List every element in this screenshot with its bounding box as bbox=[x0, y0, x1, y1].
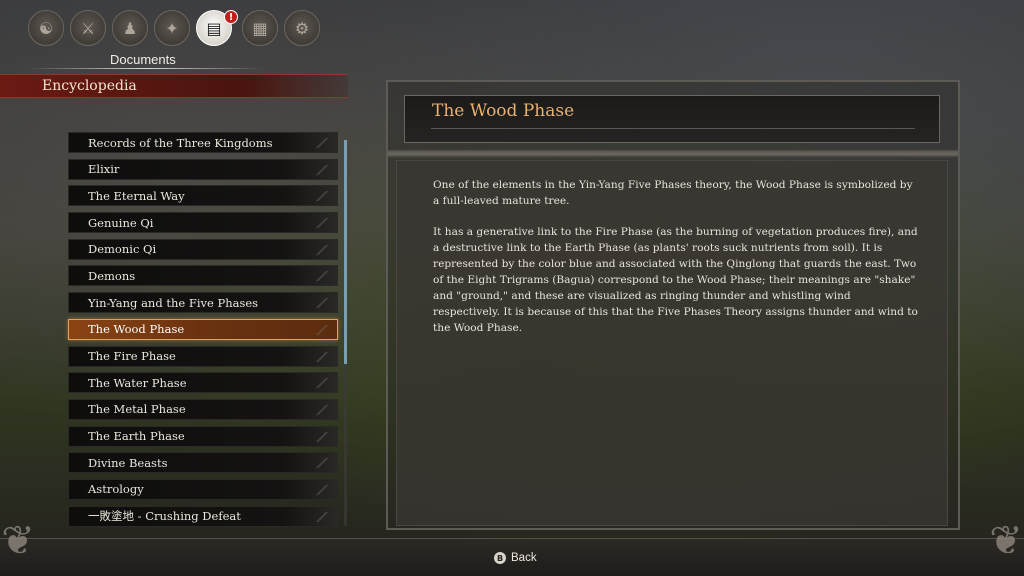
notification-badge: ! bbox=[224, 10, 238, 24]
category-bar: ☯ ⚔ ♟ ✦ ▤ ! ▦ ⚙ Documents bbox=[28, 10, 328, 69]
back-button[interactable]: B Back bbox=[494, 550, 537, 566]
list-item[interactable]: The Metal Phase bbox=[68, 398, 338, 420]
title-divider bbox=[431, 128, 915, 129]
meditation-icon[interactable]: ♟ bbox=[112, 10, 148, 46]
list-item-label: The Eternal Way bbox=[88, 188, 185, 203]
list-item[interactable]: The Earth Phase bbox=[68, 425, 338, 447]
list-item-label: Records of the Three Kingdoms bbox=[88, 135, 273, 150]
list-item[interactable]: Demonic Qi bbox=[68, 238, 338, 260]
list-item-label: Astrology bbox=[88, 482, 144, 497]
entry-paragraph-1: One of the elements in the Yin-Yang Five… bbox=[433, 179, 913, 207]
skills-icon[interactable]: ✦ bbox=[154, 10, 190, 46]
encyclopedia-header: Encyclopedia bbox=[0, 74, 348, 98]
list-item-label: Yin-Yang and the Five Phases bbox=[88, 295, 259, 310]
documents-icon-glyph: ▤ bbox=[206, 18, 222, 38]
list-item[interactable]: Demons bbox=[68, 265, 338, 287]
list-item-label: The Wood Phase bbox=[88, 322, 185, 337]
list-item-label: The Water Phase bbox=[88, 375, 187, 390]
entry-title-box: The Wood Phase bbox=[404, 95, 940, 143]
list-item[interactable]: The Water Phase bbox=[68, 372, 338, 394]
entry-body[interactable]: One of the elements in the Yin-Yang Five… bbox=[396, 160, 948, 526]
list-item[interactable]: Genuine Qi bbox=[68, 212, 338, 234]
list-item-label: The Metal Phase bbox=[88, 402, 186, 417]
map-icon-glyph: ▦ bbox=[252, 18, 268, 38]
entry-paragraph-2: It has a generative link to the Fire Pha… bbox=[433, 226, 918, 334]
entry-title: The Wood Phase bbox=[432, 101, 575, 121]
list-item[interactable]: 一敗塗地 - Crushing Defeat bbox=[68, 505, 338, 527]
character-icon-glyph: ☯ bbox=[38, 18, 54, 38]
list-item-selected[interactable]: The Wood Phase bbox=[68, 318, 338, 340]
panel-divider bbox=[388, 150, 958, 158]
list-item[interactable]: Records of the Three Kingdoms bbox=[68, 132, 338, 153]
list-item[interactable]: The Fire Phase bbox=[68, 345, 338, 367]
back-label: Back bbox=[511, 552, 537, 564]
tab-title: Documents bbox=[110, 52, 176, 67]
settings-icon-glyph: ⚙ bbox=[294, 18, 310, 38]
settings-icon[interactable]: ⚙ bbox=[284, 10, 320, 46]
map-icon[interactable]: ▦ bbox=[242, 10, 278, 46]
entry-list: Records of the Three Kingdoms Elixir The… bbox=[68, 132, 338, 532]
list-item-label: Demons bbox=[88, 268, 136, 283]
right-ornament-icon: ❦ bbox=[989, 518, 1023, 564]
list-item-label: Demonic Qi bbox=[88, 242, 157, 257]
list-item[interactable]: Elixir bbox=[68, 158, 338, 180]
skills-icon-glyph: ✦ bbox=[165, 18, 179, 38]
tab-underline bbox=[28, 68, 264, 69]
character-icon[interactable]: ☯ bbox=[28, 10, 64, 46]
list-item-label: The Earth Phase bbox=[88, 429, 185, 444]
list-item-label: Elixir bbox=[88, 162, 120, 177]
list-item-label: The Fire Phase bbox=[88, 349, 176, 363]
list-item[interactable]: Divine Beasts bbox=[68, 452, 338, 474]
meditation-icon-glyph: ♟ bbox=[122, 18, 138, 38]
list-item[interactable]: Yin-Yang and the Five Phases bbox=[68, 292, 338, 314]
b-button-icon: B bbox=[494, 552, 506, 564]
list-item-label: Divine Beasts bbox=[88, 455, 168, 470]
items-icon[interactable]: ⚔ bbox=[70, 10, 106, 46]
left-ornament-icon: ❦ bbox=[1, 518, 35, 564]
list-item[interactable]: The Eternal Way bbox=[68, 185, 338, 207]
list-item-label: 一敗塗地 - Crushing Defeat bbox=[88, 509, 241, 524]
items-icon-glyph: ⚔ bbox=[80, 18, 96, 38]
encyclopedia-title: Encyclopedia bbox=[42, 78, 137, 94]
list-item-label: Genuine Qi bbox=[88, 215, 154, 230]
list-scrollbar-thumb[interactable] bbox=[344, 140, 347, 364]
list-item[interactable]: Astrology bbox=[68, 478, 338, 500]
